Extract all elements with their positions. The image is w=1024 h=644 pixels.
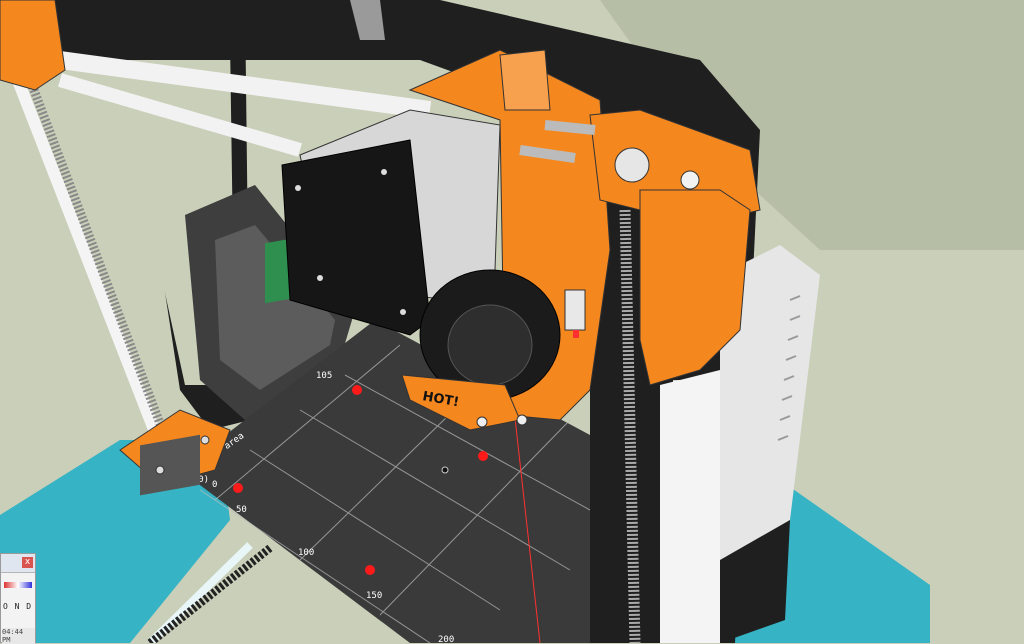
tension-screw <box>544 120 596 135</box>
bracket-screw <box>155 465 165 475</box>
close-icon[interactable]: x <box>22 557 33 568</box>
mini-window-text: O N D <box>3 602 33 611</box>
extruder-top <box>499 49 551 111</box>
mini-app-window[interactable]: x O N D 04:44 PM <box>0 553 36 644</box>
fan-screw <box>295 185 301 191</box>
mini-window-titlebar[interactable]: x <box>1 554 35 573</box>
color-gradient-bar <box>4 582 32 588</box>
nozzle-tip <box>573 330 579 338</box>
3d-viewport[interactable]: (0,0) Print area 0 105 50 100 150 200 HO… <box>0 0 1024 643</box>
bed-tick-x: 150 <box>366 591 382 601</box>
calibration-point <box>365 565 375 575</box>
idler-screw <box>680 170 700 190</box>
fan-screw <box>381 169 387 175</box>
x-end-left <box>0 0 66 91</box>
bed-tick-y: 0 <box>212 480 217 490</box>
hotend-screw <box>476 416 488 428</box>
fan-screw <box>317 275 323 281</box>
bed-center-screw <box>441 466 449 474</box>
z-motor-left <box>140 434 200 496</box>
fan-screw <box>400 309 406 315</box>
heater-block <box>564 289 586 331</box>
bed-tick-x: 200 <box>438 635 454 643</box>
bed-tick-x: 50 <box>236 505 247 515</box>
bed-tick-y: 105 <box>316 371 332 381</box>
z-rod-right <box>673 379 697 643</box>
calibration-point <box>478 451 488 461</box>
idler-bearing <box>614 147 650 183</box>
bed-tick-x: 100 <box>298 548 314 558</box>
blower-fan-hub <box>447 304 533 386</box>
calibration-point <box>233 483 243 493</box>
hotend-screw <box>516 414 528 426</box>
mini-window-time: 04:44 PM <box>2 628 35 644</box>
bracket-screw <box>200 435 210 445</box>
calibration-point <box>352 385 362 395</box>
